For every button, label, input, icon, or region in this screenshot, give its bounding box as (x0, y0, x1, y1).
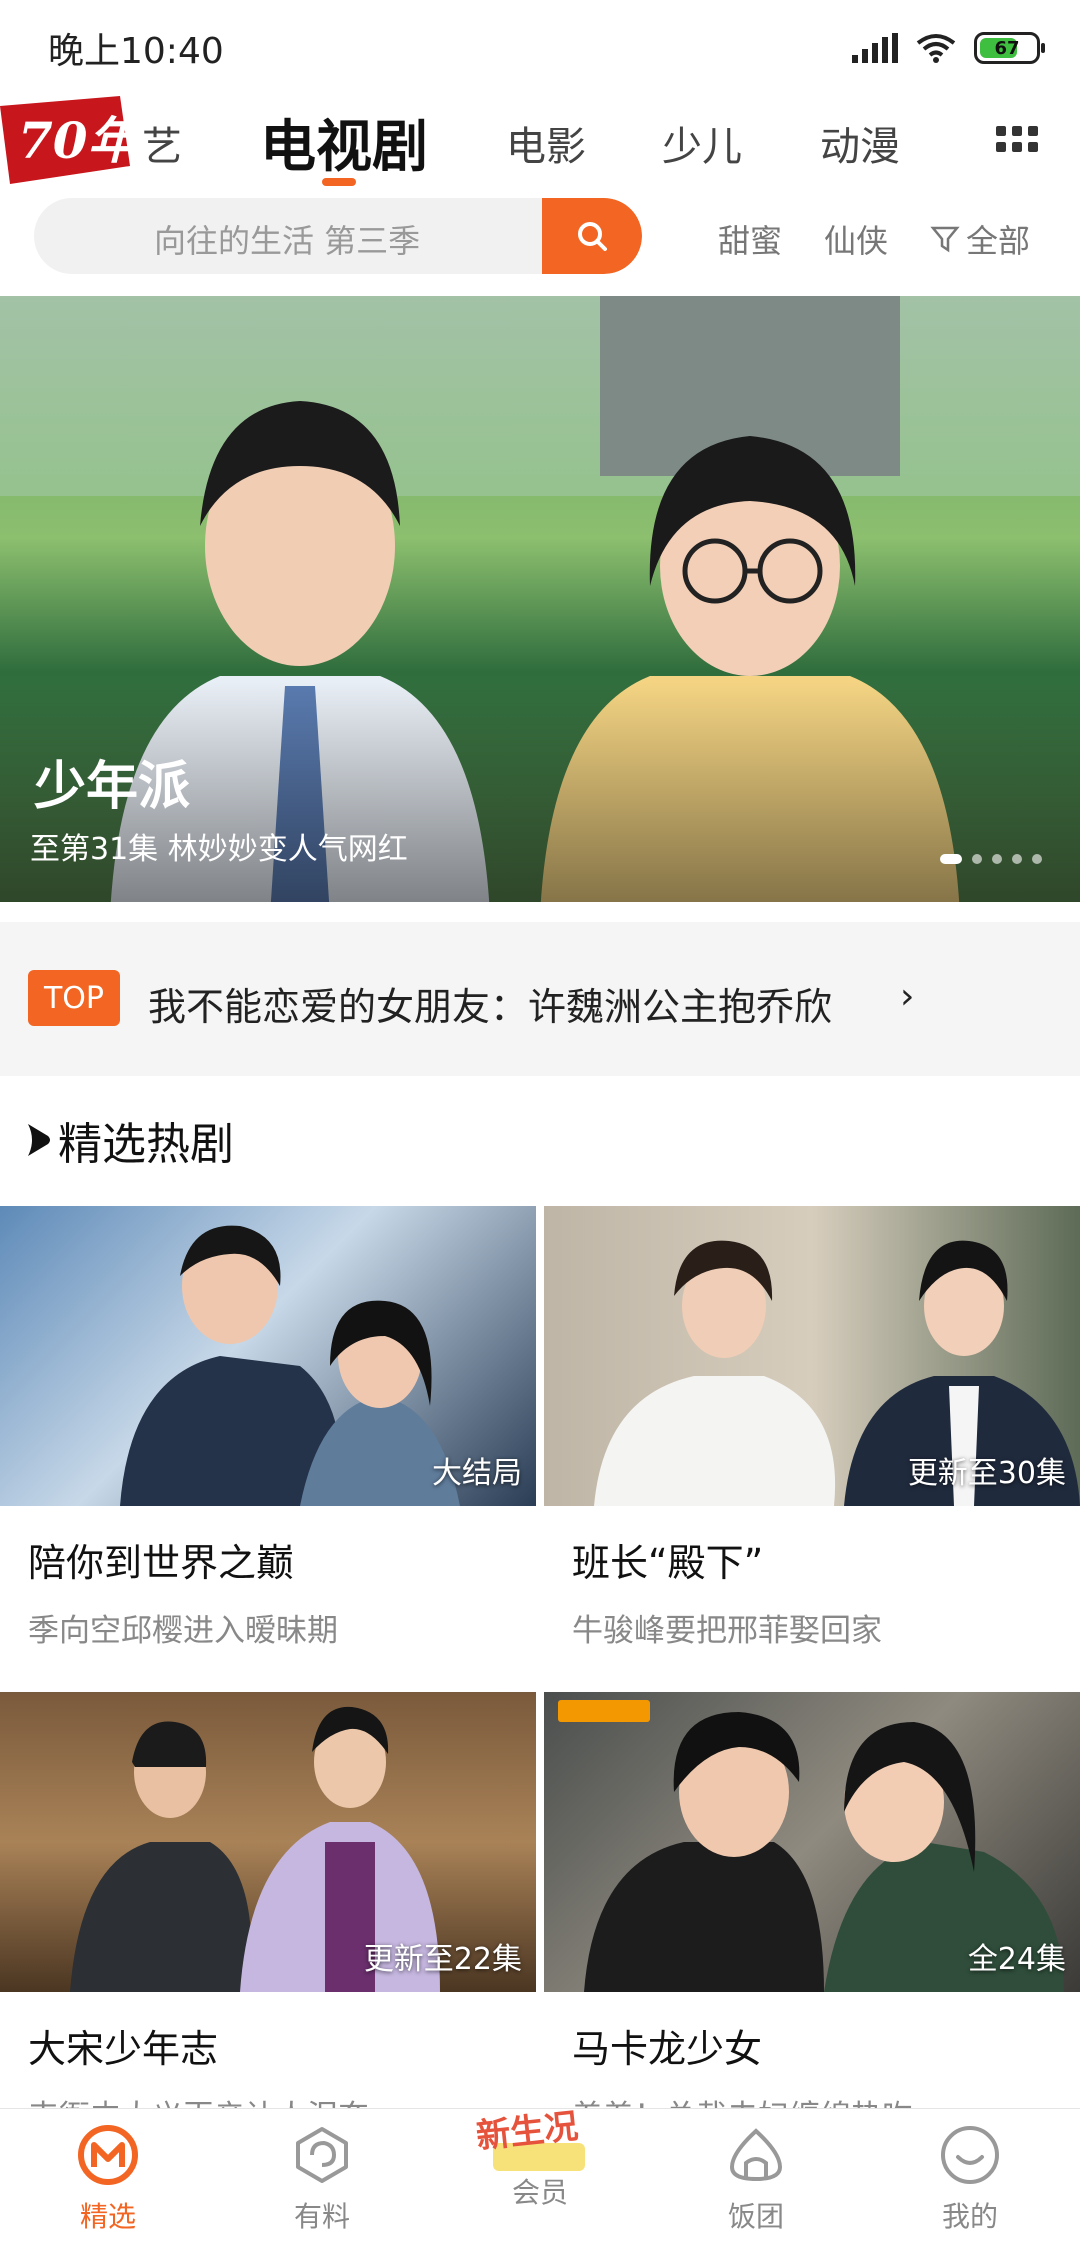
drama-thumbnail: 更新至30集 (544, 1206, 1080, 1506)
episode-badge: 更新至30集 (907, 1456, 1066, 1491)
status-time: 晚上10:40 (48, 31, 224, 72)
anniversary-70-logo[interactable]: 70年 (0, 96, 140, 186)
carousel-dots (940, 854, 1042, 864)
quick-tag-sweet[interactable]: 甜蜜 (718, 216, 782, 262)
drama-title: 大宋少年志 (28, 2027, 219, 2071)
filter-button[interactable]: 全部 (930, 216, 1030, 262)
swirl-icon (296, 2127, 348, 2183)
smile-icon (941, 2126, 999, 2184)
tab-tv-series[interactable]: 电视剧 (260, 102, 428, 183)
status-icons: 67 (852, 32, 1045, 64)
drama-thumbnail: 全24集 (544, 1692, 1080, 1992)
episode-badge: 更新至22集 (363, 1942, 522, 1977)
bottom-tab-label: 有料 (293, 2200, 350, 2233)
bottom-tab-label: 我的 (941, 2200, 998, 2233)
top-headline-text: 我不能恋爱的女朋友：许魏洲公主抱乔欣 (148, 985, 833, 1029)
tab-movies[interactable]: 电影 (506, 114, 586, 172)
tab-kids[interactable]: 少儿 (662, 114, 742, 172)
search-icon (578, 222, 607, 251)
episode-badge: 大结局 (432, 1456, 522, 1491)
drama-subtitle: 季向空邱樱进入暧昧期 (28, 1613, 338, 1649)
section-header: 精选热剧 (26, 1108, 234, 1172)
search-button[interactable] (542, 198, 642, 274)
bottom-tab-label: 精选 (79, 2200, 136, 2233)
bottom-tab-featured[interactable]: 精选 (38, 2123, 178, 2235)
bottom-tab-profile[interactable]: 我的 (900, 2123, 1040, 2235)
bottom-tab-vip[interactable]: 新生况 会员 (470, 2109, 610, 2211)
drama-card[interactable]: 更新至22集 大宋少年志 韦衙内大义灭亲让人泪奔 (0, 1692, 536, 2136)
drama-subtitle: 牛骏峰要把邢菲娶回家 (572, 1613, 882, 1649)
logo-70-text: 70年 (18, 111, 140, 170)
filter-icon (930, 226, 960, 253)
status-bar: 晚上10:40 67 (0, 0, 1080, 96)
tab-variety[interactable]: 艺 (142, 114, 182, 172)
hero-banner[interactable]: 少年派 至第31集 林妙妙变人气网红 (0, 296, 1080, 902)
filter-label: 全部 (966, 222, 1031, 260)
episode-badge: 全24集 (967, 1942, 1066, 1977)
tab-anime[interactable]: 动漫 (820, 114, 900, 172)
bottom-nav: 精选 有料 新生况 会员 饭团 我的 (0, 2108, 1080, 2248)
active-tab-indicator (322, 178, 356, 186)
signal-icon (852, 33, 898, 63)
grid-icon[interactable] (996, 126, 1038, 156)
banner-title: 少年派 (34, 757, 191, 817)
drama-card[interactable]: 更新至30集 班长“殿下” 牛骏峰要把邢菲娶回家 (544, 1206, 1080, 1650)
drama-title: 陪你到世界之巅 (28, 1541, 295, 1585)
channel-nav: 70年 艺 电视剧 电影 少儿 动漫 (0, 96, 1080, 186)
top-badge: TOP (28, 970, 120, 1026)
wifi-icon (916, 34, 956, 63)
drama-thumbnail: 更新至22集 (0, 1692, 536, 1992)
banner-subtitle: 至第31集 林妙妙变人气网红 (30, 832, 408, 867)
bottom-tab-label: 饭团 (727, 2200, 784, 2233)
rice-ball-icon (729, 2128, 783, 2182)
bottom-tab-trending[interactable]: 有料 (252, 2123, 392, 2235)
bottom-tab-label: 会员 (511, 2176, 568, 2209)
drama-card[interactable]: 全24集 马卡龙少女 羞羞！总裁夫妇缠绵热吻 (544, 1692, 1080, 2136)
search-row: 向往的生活 第三季 甜蜜 仙侠 全部 (0, 198, 1080, 276)
chevron-right-icon: › (900, 976, 915, 1017)
search-placeholder: 向往的生活 第三季 (154, 222, 421, 260)
drama-title: 马卡龙少女 (572, 2027, 763, 2071)
quick-tag-xianxia[interactable]: 仙侠 (824, 216, 888, 262)
section-marker-icon (28, 1124, 50, 1156)
search-input[interactable]: 向往的生活 第三季 (34, 198, 642, 274)
mango-logo-icon (78, 2125, 138, 2185)
bottom-tab-fan-club[interactable]: 饭团 (686, 2123, 826, 2235)
new-life-badge-icon: 新生况 (474, 2109, 585, 2171)
battery-level: 67 (994, 37, 1020, 59)
drama-title: 班长“殿下” (572, 1541, 764, 1585)
section-title: 精选热剧 (58, 1119, 234, 1170)
top-headline[interactable]: TOP 我不能恋爱的女朋友：许魏洲公主抱乔欣 › (0, 922, 1080, 1076)
drama-card[interactable]: 大结局 陪你到世界之巅 季向空邱樱进入暧昧期 (0, 1206, 536, 1650)
drama-thumbnail: 大结局 (0, 1206, 536, 1506)
battery-icon: 67 (974, 32, 1045, 64)
